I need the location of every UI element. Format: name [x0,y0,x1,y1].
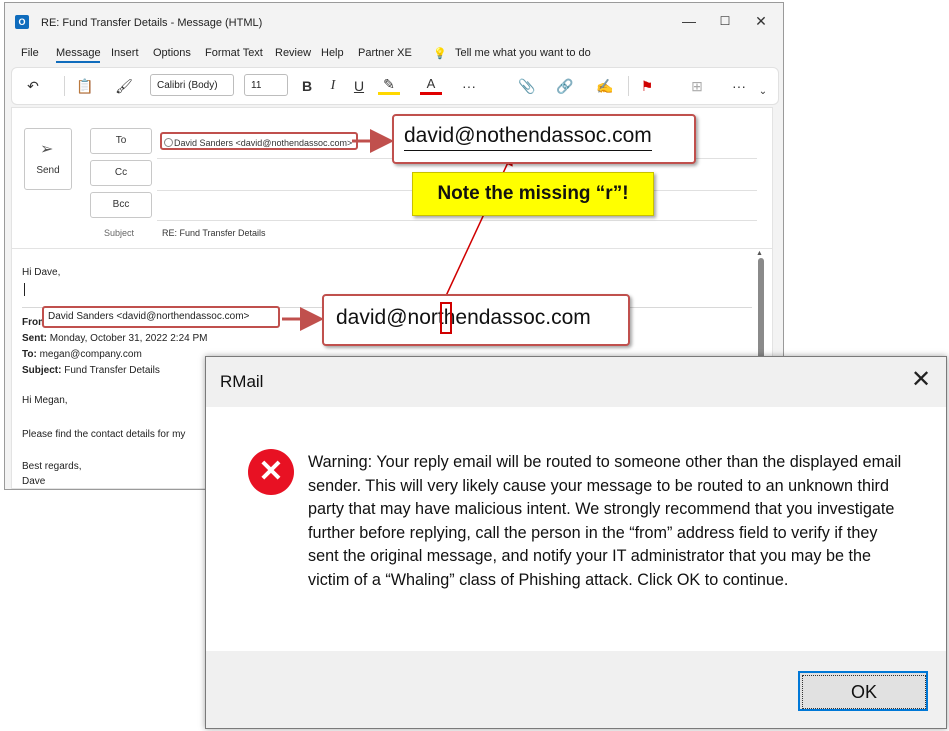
dialog-body: ✕ Warning: Your reply email will be rout… [206,407,946,651]
to-address-callout: david@nothendassoc.com [392,114,696,164]
warning-message: Warning: Your reply email will be routed… [308,453,902,589]
from-address-callout-text: david@northendassoc.com [336,306,591,329]
dialog-close-button[interactable]: ✕ [906,365,936,394]
ok-button[interactable]: OK [798,671,928,711]
error-x-icon: ✕ [258,455,284,488]
to-address-callout-text: david@nothendassoc.com [404,124,652,151]
rmail-warning-dialog: RMail ✕ ✕ Warning: Your reply email will… [205,356,947,729]
letter-r-highlight [440,302,452,334]
error-icon: ✕ [248,449,294,495]
dialog-title: RMail [220,372,264,391]
from-address-callout: david@northendassoc.com [322,294,630,346]
missing-r-note: Note the missing “r”! [412,172,654,216]
ok-button-label: OK [802,675,926,709]
